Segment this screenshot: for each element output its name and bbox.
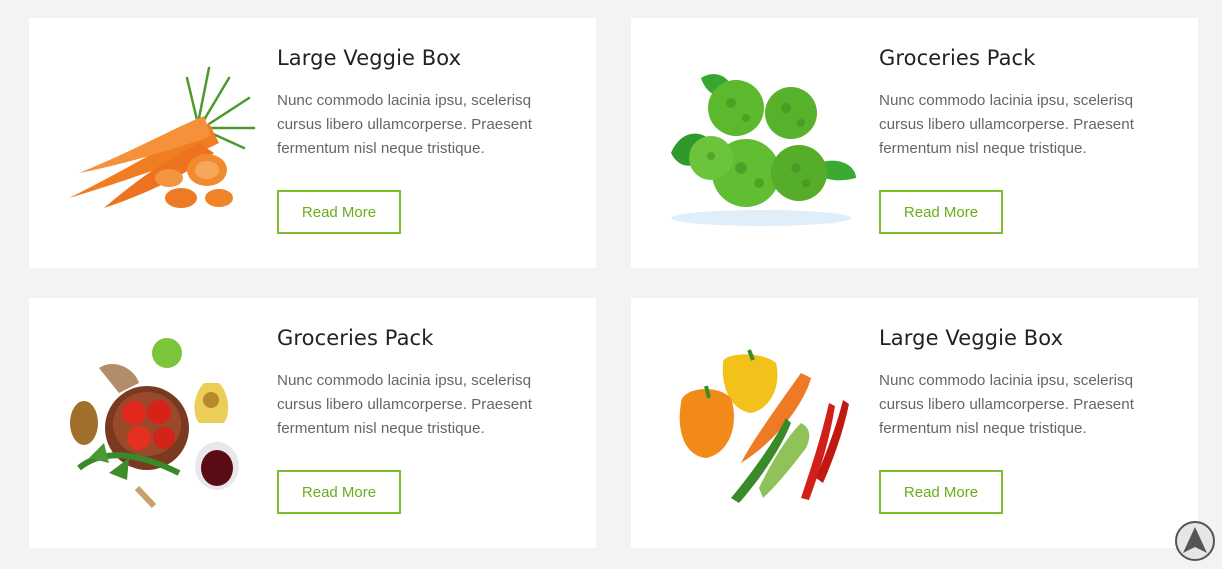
product-card: Groceries Pack Nunc commodo lacinia ipsu… bbox=[29, 298, 596, 548]
product-card: Large Veggie Box Nunc commodo lacinia ip… bbox=[29, 18, 596, 268]
card-title: Groceries Pack bbox=[277, 326, 434, 350]
card-description: Nunc commodo lacinia ipsu, scelerisq cur… bbox=[277, 372, 532, 437]
scroll-to-top-button[interactable] bbox=[1174, 520, 1216, 562]
product-grid: Large Veggie Box Nunc commodo lacinia ip… bbox=[0, 0, 1222, 569]
product-card: Groceries Pack Nunc commodo lacinia ipsu… bbox=[631, 18, 1198, 268]
arrow-up-icon bbox=[1175, 521, 1215, 561]
card-title: Large Veggie Box bbox=[879, 326, 1064, 350]
read-more-button[interactable]: Read More bbox=[879, 190, 1003, 234]
read-more-button[interactable]: Read More bbox=[277, 470, 401, 514]
carrots-image bbox=[59, 58, 259, 228]
bergamot-image bbox=[661, 58, 861, 228]
card-title: Large Veggie Box bbox=[277, 46, 462, 70]
card-title: Groceries Pack bbox=[879, 46, 1036, 70]
tomato-bowl-image bbox=[59, 338, 259, 508]
card-description: Nunc commodo lacinia ipsu, scelerisq cur… bbox=[879, 92, 1134, 157]
card-description: Nunc commodo lacinia ipsu, scelerisq cur… bbox=[879, 372, 1134, 437]
read-more-button[interactable]: Read More bbox=[277, 190, 401, 234]
read-more-button[interactable]: Read More bbox=[879, 470, 1003, 514]
product-card: Large Veggie Box Nunc commodo lacinia ip… bbox=[631, 298, 1198, 548]
card-description: Nunc commodo lacinia ipsu, scelerisq cur… bbox=[277, 92, 532, 157]
peppers-image bbox=[661, 338, 861, 508]
